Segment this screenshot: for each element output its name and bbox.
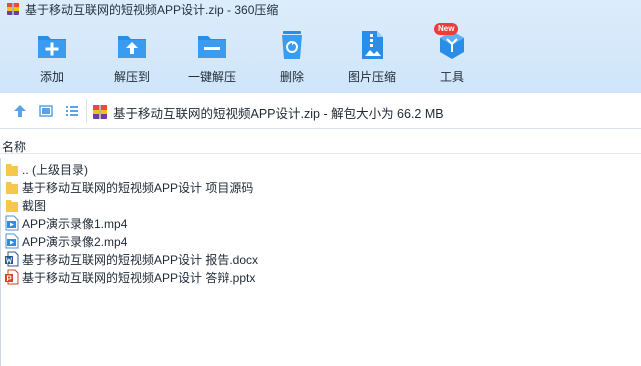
new-badge: New xyxy=(434,23,459,35)
delete-button[interactable]: 删除 xyxy=(252,28,332,90)
list-item[interactable]: 基于移动互联网的短视频APP设计 答辩.pptx xyxy=(0,268,641,286)
archive-path-text: 基于移动互联网的短视频APP设计.zip - 解包大小为 66.2 MB xyxy=(113,106,444,121)
list-item[interactable]: APP演示录像1.mp4 xyxy=(0,214,641,232)
video-file-icon xyxy=(5,215,19,231)
add-button[interactable]: 添加 xyxy=(12,28,92,90)
list-item[interactable]: .. (上级目录) xyxy=(0,160,641,178)
file-name: 基于移动互联网的短视频APP设计 项目源码 xyxy=(22,180,254,195)
file-name: 基于移动互联网的短视频APP设计 答辩.pptx xyxy=(22,270,256,285)
file-name: APP演示录像1.mp4 xyxy=(22,216,128,231)
address-divider xyxy=(86,99,87,123)
word-document-icon xyxy=(5,251,19,267)
toolbar: 添加 解压到 一键解压 删除 图片压缩 New 工具 xyxy=(0,20,641,90)
image-compress-icon xyxy=(362,31,383,59)
zip-archive-icon xyxy=(93,105,107,119)
file-name: 截图 xyxy=(22,198,47,213)
address-bar: 基于移动互联网的短视频APP设计.zip - 解包大小为 66.2 MB xyxy=(0,93,641,129)
list-item[interactable]: 基于移动互联网的短视频APP设计 项目源码 xyxy=(0,178,641,196)
list-view-icon[interactable] xyxy=(64,103,80,119)
list-item[interactable]: 基于移动互联网的短视频APP设计 报告.docx xyxy=(0,250,641,268)
delete-label: 删除 xyxy=(279,70,304,84)
tools-button[interactable]: New 工具 xyxy=(412,23,492,90)
folder-icon xyxy=(6,182,18,194)
extract-to-label: 解压到 xyxy=(113,70,150,84)
column-name[interactable]: 名称 xyxy=(2,138,26,155)
header-area: 基于移动互联网的短视频APP设计.zip - 360压缩 添加 解压到 一键解压… xyxy=(0,0,641,93)
file-name: .. (上级目录) xyxy=(22,162,88,177)
recycle-bin-icon xyxy=(282,31,302,59)
column-header[interactable]: 名称 xyxy=(0,136,641,154)
window-title: 基于移动互联网的短视频APP设计.zip - 360压缩 xyxy=(25,2,279,17)
title-bar: 基于移动互联网的短视频APP设计.zip - 360压缩 xyxy=(0,0,641,18)
image-compress-label: 图片压缩 xyxy=(347,70,396,84)
extract-to-button[interactable]: 解压到 xyxy=(92,28,172,90)
archive-path[interactable]: 基于移动互联网的短视频APP设计.zip - 解包大小为 66.2 MB xyxy=(92,102,444,122)
folder-icon xyxy=(6,200,18,212)
archive-app-icon xyxy=(7,3,19,15)
file-name: APP演示录像2.mp4 xyxy=(22,234,128,249)
add-label: 添加 xyxy=(39,70,64,84)
one-click-extract-icon xyxy=(198,36,226,58)
powerpoint-icon xyxy=(5,269,19,285)
one-click-extract-button[interactable]: 一键解压 xyxy=(172,28,252,90)
folder-icon xyxy=(6,164,18,176)
add-icon xyxy=(38,36,66,58)
up-arrow-icon[interactable] xyxy=(12,103,28,119)
extract-to-icon xyxy=(118,36,146,58)
tools-label: 工具 xyxy=(439,70,464,84)
list-item[interactable]: APP演示录像2.mp4 xyxy=(0,232,641,250)
list-item[interactable]: 截图 xyxy=(0,196,641,214)
file-name: 基于移动互联网的短视频APP设计 报告.docx xyxy=(22,252,259,267)
image-compress-button[interactable]: 图片压缩 xyxy=(332,28,412,90)
one-click-extract-label: 一键解压 xyxy=(187,70,236,84)
thumbnail-view-icon[interactable] xyxy=(38,103,54,119)
video-file-icon xyxy=(5,233,19,249)
